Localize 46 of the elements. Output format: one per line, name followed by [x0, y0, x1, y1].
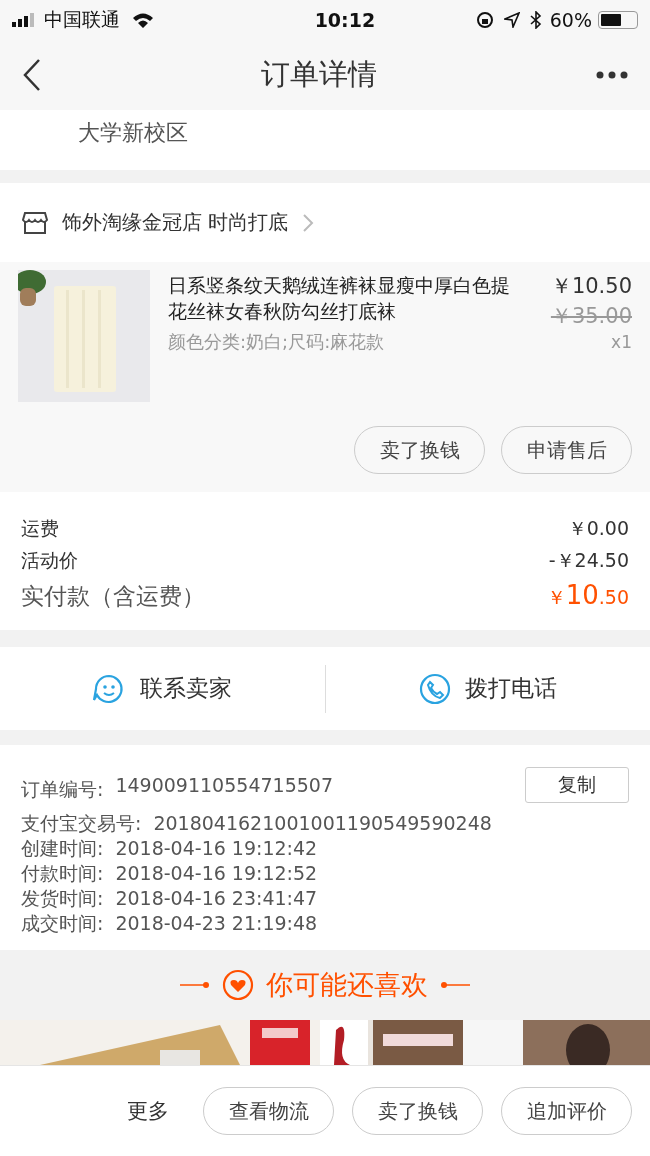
phone-icon — [418, 672, 451, 705]
recommend-title: 你可能还喜欢 — [266, 968, 428, 1002]
product-options: 颜色分类:奶白;尺码:麻花款 — [168, 330, 524, 354]
info-value: 2018-04-16 23:41:47 — [115, 886, 318, 911]
total-amount: ￥10.50 — [546, 580, 629, 611]
signal-icon — [12, 13, 36, 27]
shop-name[interactable]: 饰外淘缘金冠店 时尚打底 — [62, 209, 289, 236]
copy-button[interactable]: 复制 — [525, 767, 629, 803]
wifi-icon — [132, 12, 154, 28]
clock-time: 10:12 — [314, 9, 376, 31]
more-link[interactable]: 更多 — [127, 1097, 169, 1125]
product-title[interactable]: 日系竖条纹天鹅绒连裤袜显瘦中厚白色提花丝袜女春秋防勾丝打底袜 — [168, 272, 513, 324]
quantity: x1 — [611, 332, 632, 352]
rotation-lock-icon — [475, 11, 494, 29]
carrier-name: 中国联通 — [44, 7, 120, 32]
fee-label: 活动价 — [21, 548, 78, 573]
back-icon[interactable] — [22, 58, 42, 92]
info-value: 2018-04-16 19:12:42 — [115, 836, 318, 861]
fee-label: 实付款（含运费） — [21, 582, 205, 611]
info-value: 2018-04-16 19:12:52 — [115, 861, 318, 886]
contact-seller-button[interactable]: 联系卖家 — [0, 663, 325, 714]
info-label: 发货时间: — [21, 886, 104, 911]
more-icon[interactable] — [596, 71, 628, 79]
fee-label: 运费 — [21, 516, 59, 541]
page-title: 订单详情 — [261, 56, 377, 93]
product-price: ￥10.50 — [550, 273, 632, 300]
line-dot-icon — [440, 981, 470, 989]
info-label: 付款时间: — [21, 861, 104, 886]
info-label: 订单编号: — [21, 776, 104, 802]
location-icon — [503, 12, 520, 28]
fee-amount: ￥0.00 — [567, 516, 629, 541]
address-text: 大学新校区 — [78, 120, 188, 145]
shop-icon — [22, 210, 48, 235]
battery-icon — [598, 11, 638, 29]
info-value: 2018-04-23 21:19:48 — [115, 911, 318, 936]
info-label: 成交时间: — [21, 911, 104, 936]
bluetooth-icon — [529, 11, 542, 29]
info-value: 2018041621001001190549590248 — [153, 811, 492, 836]
original-price: ￥35.00 — [550, 303, 632, 330]
line-dot-icon — [180, 981, 210, 989]
info-value: 149009110554715507 — [115, 772, 333, 798]
call-button[interactable]: 拨打电话 — [325, 663, 650, 714]
info-label: 创建时间: — [21, 836, 104, 861]
battery-percent: 60% — [549, 9, 592, 31]
info-label: 支付宝交易号: — [21, 811, 142, 836]
fee-amount: -￥24.50 — [548, 548, 629, 573]
